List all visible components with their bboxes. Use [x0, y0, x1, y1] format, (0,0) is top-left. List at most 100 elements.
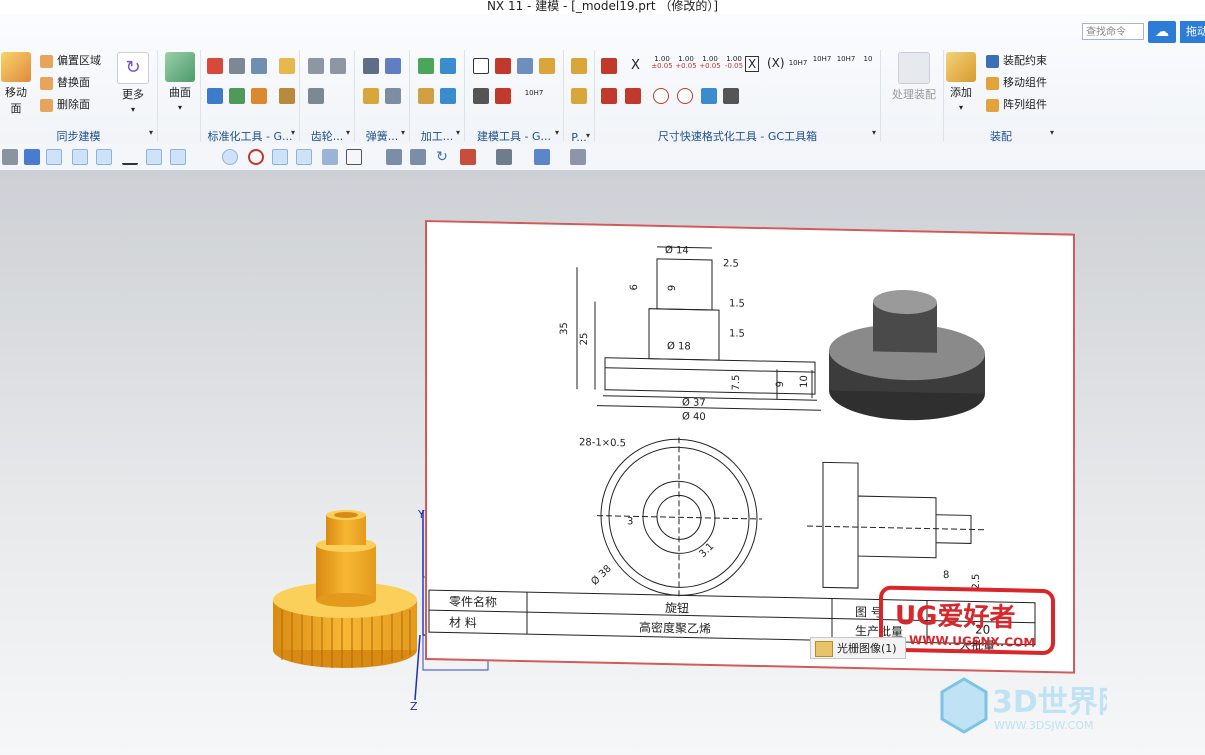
std-tool-icon-4[interactable]: [279, 58, 295, 74]
fit-10h7-c-icon[interactable]: 10H7: [835, 56, 857, 63]
dropdown-arrow-icon[interactable]: ▾: [586, 131, 590, 140]
tol-b-icon[interactable]: 1.00 +0.05: [675, 56, 697, 70]
assembly-label: 装配: [990, 130, 1012, 143]
spring-icon[interactable]: [363, 58, 379, 74]
array-component-label: 阵列组件: [1003, 98, 1047, 111]
tol-d-icon[interactable]: 1.00 -0.05: [723, 56, 745, 70]
modeling-tool-icon-6[interactable]: [495, 88, 511, 104]
std-tool-icon-1[interactable]: [207, 58, 223, 74]
dim-tool-icon-3[interactable]: [625, 88, 641, 104]
fit-10h7-a-icon[interactable]: 10H7: [787, 60, 809, 67]
assembly-constraint-button[interactable]: 装配约束: [986, 52, 1047, 68]
section-view-icon[interactable]: [570, 149, 586, 165]
more-button[interactable]: ↻ 更多 ▾: [114, 52, 152, 115]
tol-d-sub: -0.05: [724, 62, 744, 70]
dropdown-arrow-icon[interactable]: ▾: [1050, 128, 1054, 137]
std-tool-icon-8[interactable]: [279, 88, 295, 104]
plus-icon[interactable]: [272, 149, 288, 165]
add-button[interactable]: 添加 ▾: [944, 52, 978, 113]
curve-icon[interactable]: [122, 149, 138, 165]
modeling-tool-icon-2[interactable]: [495, 58, 511, 74]
dim-tool-icon-5[interactable]: [723, 88, 739, 104]
p-tool-icon[interactable]: [571, 58, 587, 74]
spring-icon-2[interactable]: [385, 58, 401, 74]
tol-a-icon[interactable]: 1.00 ±0.05: [651, 56, 673, 70]
tol-c-icon[interactable]: 1.00 +0.05: [699, 56, 721, 70]
move-face-button[interactable]: 移动面: [0, 52, 32, 116]
replace-face-button[interactable]: 替换面: [40, 74, 90, 90]
diameter-icon-2[interactable]: [677, 88, 693, 104]
rotate-icon[interactable]: ↻: [434, 149, 450, 165]
dropdown-arrow-icon[interactable]: ▾: [872, 128, 876, 137]
fit-10h7-icon[interactable]: 10H7: [523, 90, 545, 97]
raster-image-label[interactable]: 光栅图像(1): [810, 637, 906, 659]
render-style-icon[interactable]: [496, 149, 512, 165]
machining-icon-3[interactable]: [418, 88, 434, 104]
offset-region-button[interactable]: 偏置区域: [40, 52, 101, 68]
dim-tool-icon-4[interactable]: [701, 88, 717, 104]
center-point-icon[interactable]: [222, 149, 238, 165]
cloud-icon[interactable]: ☁: [1148, 21, 1176, 43]
modeling-tool-icon-4[interactable]: [539, 58, 555, 74]
view-icon[interactable]: [386, 149, 402, 165]
spring-icon-3[interactable]: [363, 88, 379, 104]
spring-icon-4[interactable]: [385, 88, 401, 104]
surface-button[interactable]: 曲面 ▾: [162, 52, 198, 113]
dropdown-arrow-icon[interactable]: ▾: [456, 128, 460, 137]
p-tool-icon-2[interactable]: [571, 88, 587, 104]
drag-button[interactable]: 拖动: [1180, 21, 1205, 43]
move-component-button[interactable]: 移动组件: [986, 74, 1047, 90]
modeling-tool-icon-5[interactable]: [473, 88, 489, 104]
modeling-tool-icon-3[interactable]: [517, 58, 533, 74]
raster-image-sheet[interactable]: Ø 14 2.5 1.5 1.5 Ø 18 35 25 6 9 7.5 9 10…: [425, 220, 1075, 674]
array-component-button[interactable]: 阵列组件: [986, 96, 1047, 112]
triangle-icon[interactable]: [473, 58, 489, 74]
face-icon[interactable]: [322, 149, 338, 165]
machining-icon-4[interactable]: [440, 88, 456, 104]
process-assembly-button[interactable]: 处理装配: [887, 52, 941, 102]
x-button[interactable]: X: [631, 58, 640, 73]
cube-icon[interactable]: [2, 149, 18, 165]
std-tool-icon-7[interactable]: [251, 88, 267, 104]
paren-x-button[interactable]: (X): [767, 56, 785, 70]
machining-icon[interactable]: [418, 58, 434, 74]
group-spring: 弹簧... ▾: [355, 50, 410, 144]
diameter-icon[interactable]: [653, 88, 669, 104]
grid-icon[interactable]: [346, 149, 362, 165]
search-input[interactable]: 查找命令: [1082, 23, 1144, 40]
snap-point-icon[interactable]: [46, 149, 62, 165]
spline-icon[interactable]: [170, 149, 186, 165]
dropdown-arrow-icon[interactable]: ▾: [346, 128, 350, 137]
dropdown-arrow-icon[interactable]: ▾: [401, 128, 405, 137]
view-icon-2[interactable]: [410, 149, 426, 165]
intersect-icon[interactable]: [196, 149, 212, 165]
std-tool-icon-2[interactable]: [229, 58, 245, 74]
dropdown-arrow-icon[interactable]: ▾: [291, 128, 295, 137]
machining-icon-2[interactable]: [440, 58, 456, 74]
std-tool-icon-6[interactable]: [229, 88, 245, 104]
line-icon-2[interactable]: [96, 149, 112, 165]
dim-6: 6: [629, 284, 640, 291]
gear-icon-3[interactable]: [308, 88, 324, 104]
layout-icon[interactable]: [460, 149, 476, 165]
delete-face-button[interactable]: 删除面: [40, 96, 90, 112]
boxed-x-button[interactable]: X: [745, 56, 760, 72]
orient-view-icon[interactable]: [534, 149, 550, 165]
fit-10h7-b-icon[interactable]: 10H7: [811, 56, 833, 63]
gear-icon-2[interactable]: [330, 58, 346, 74]
polyline-icon[interactable]: [146, 149, 162, 165]
gear-icon[interactable]: [308, 58, 324, 74]
group-label-spring: 弹簧... ▾: [355, 128, 409, 144]
line-point-icon[interactable]: [296, 149, 312, 165]
solid-icon[interactable]: [24, 149, 40, 165]
line-icon[interactable]: [72, 149, 88, 165]
fit-10-icon[interactable]: 10: [857, 56, 879, 63]
dim-tool-icon[interactable]: [601, 58, 617, 74]
quadrant-icon[interactable]: [248, 149, 264, 165]
p-label: P...: [571, 131, 587, 144]
dim-tool-icon-2[interactable]: [601, 88, 617, 104]
std-tool-icon-3[interactable]: [251, 58, 267, 74]
std-tool-icon-5[interactable]: [207, 88, 223, 104]
dropdown-arrow-icon[interactable]: ▾: [555, 128, 559, 137]
dropdown-arrow-icon[interactable]: ▾: [149, 128, 153, 137]
